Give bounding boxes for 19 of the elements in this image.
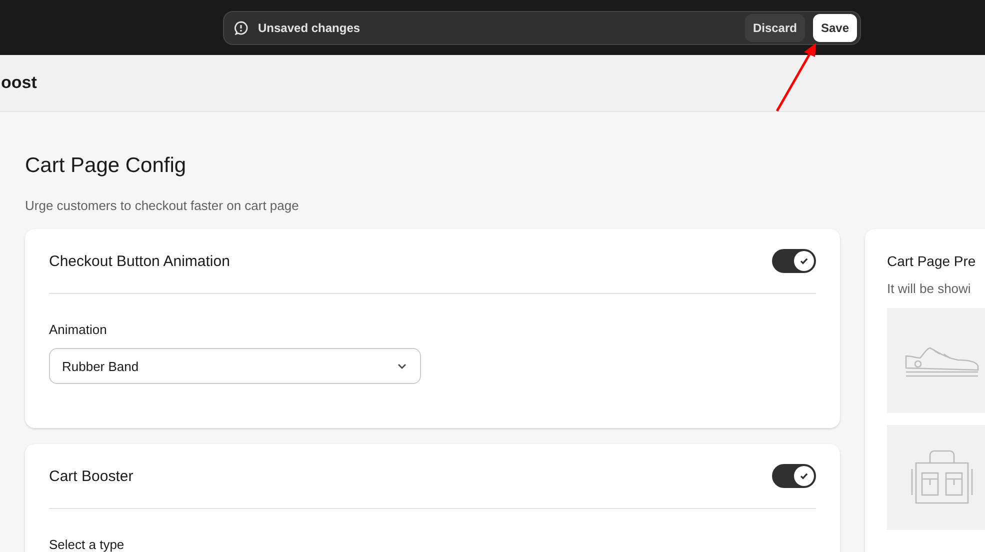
check-icon	[799, 471, 809, 481]
animation-select[interactable]: Rubber Band	[49, 348, 421, 384]
bag-icon	[910, 448, 974, 506]
toggle-switch[interactable]	[772, 249, 816, 273]
preview-subtitle: It will be showi	[887, 281, 972, 296]
field-label: Animation	[49, 322, 108, 337]
page-title: Cart Page Config	[25, 154, 188, 178]
preview-title: Cart Page Pre	[887, 253, 977, 269]
field-label: Select a type	[49, 537, 126, 552]
alert-icon	[234, 20, 248, 34]
card-title: Cart Booster	[49, 468, 134, 484]
page-subtitle: Urge customers to checkout faster on cart page	[25, 198, 300, 213]
unsaved-message: Unsaved changes	[258, 20, 362, 34]
card-title: Checkout Button Animation	[49, 252, 230, 270]
app-title: oost	[1, 73, 37, 93]
discard-button[interactable]: Discard	[744, 14, 805, 42]
toggle-switch[interactable]	[772, 464, 816, 488]
check-icon	[799, 256, 809, 266]
save-button[interactable]: Save	[812, 14, 857, 42]
